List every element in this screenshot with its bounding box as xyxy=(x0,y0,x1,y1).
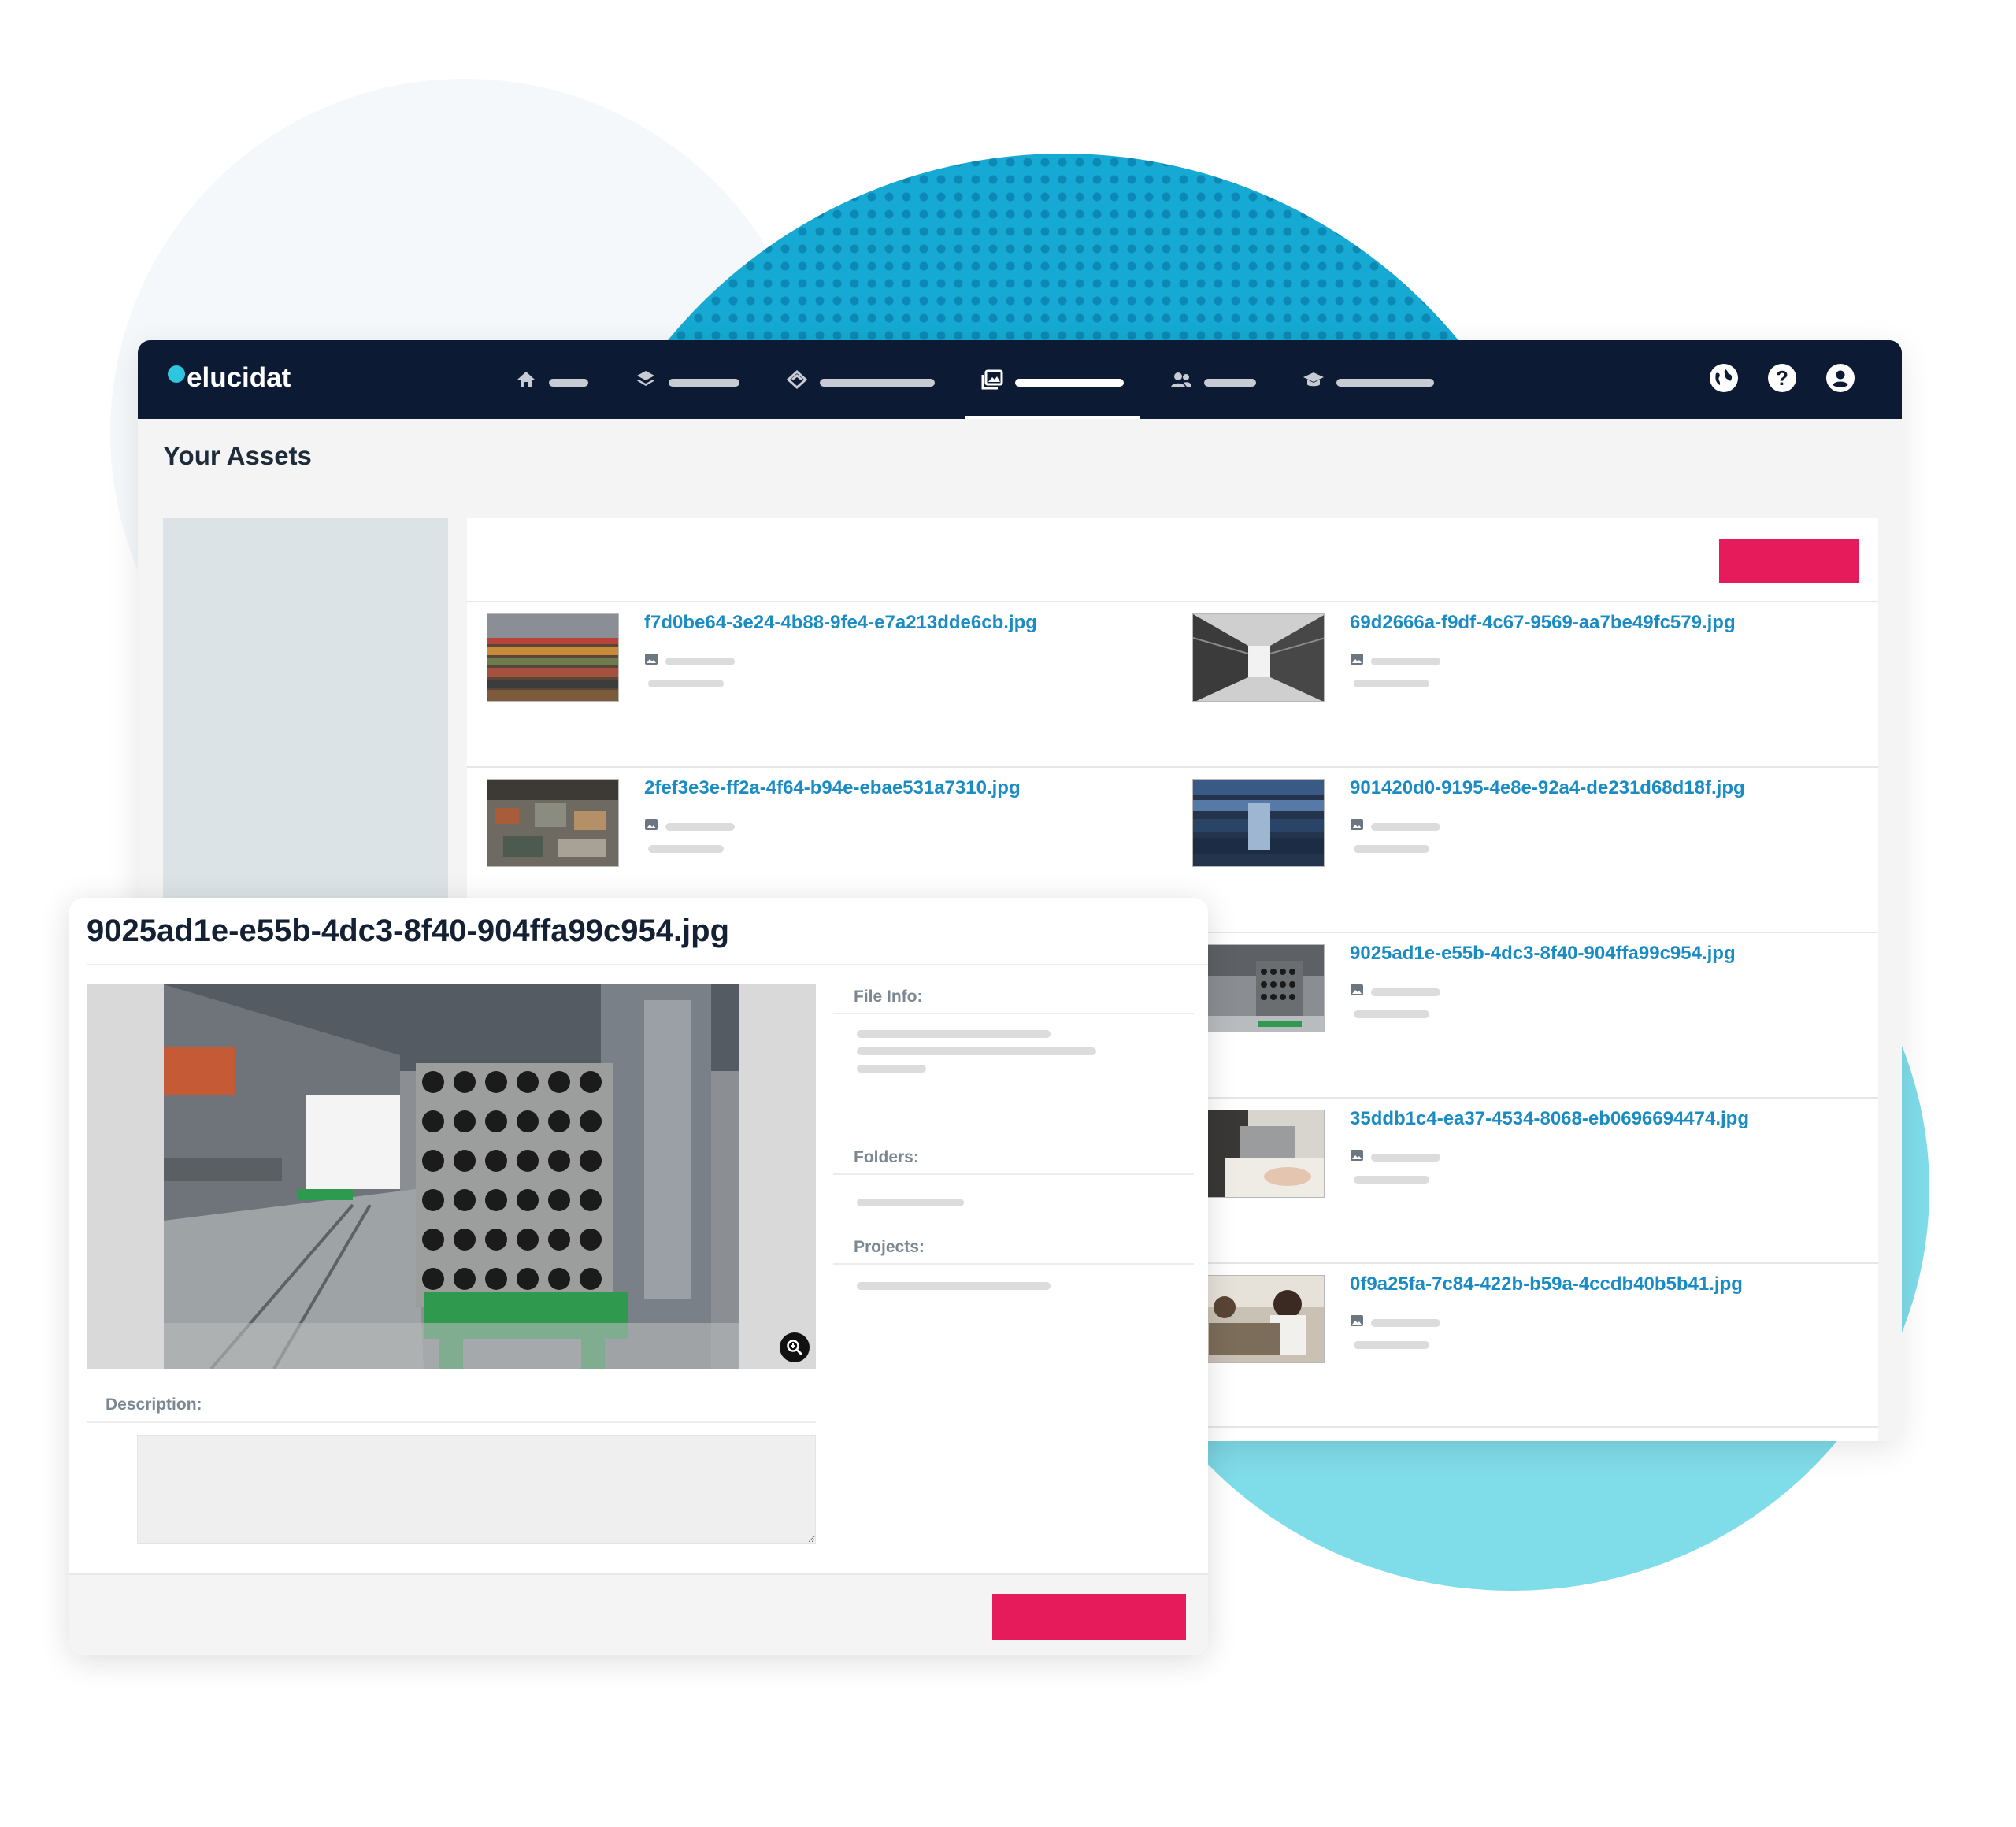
page-title: Your Assets xyxy=(163,441,312,470)
asset-item[interactable]: 69d2666a-f9df-4c67-9569-aa7be49fc579.jpg xyxy=(1173,602,1878,766)
meta-placeholder xyxy=(665,658,735,665)
meta-placeholder xyxy=(1371,823,1440,831)
description-textarea[interactable] xyxy=(137,1435,816,1544)
help-icon[interactable]: ? xyxy=(1768,364,1796,392)
meta-placeholder xyxy=(665,823,735,831)
asset-item[interactable]: 35ddb1c4-ea37-4534-8068-eb0696694474.jpg xyxy=(1173,1099,1878,1262)
upload-button[interactable] xyxy=(1719,539,1859,583)
meta-placeholder xyxy=(1354,845,1429,853)
meta-placeholder xyxy=(1354,1010,1429,1018)
meta-placeholder xyxy=(648,845,724,853)
nav-item-stack[interactable] xyxy=(785,340,935,419)
asset-detail-card: 9025ad1e-e55b-4dc3-8f40-904ffa99c954.jpg xyxy=(69,898,1208,1655)
globe-icon[interactable] xyxy=(1710,364,1738,392)
nav-label-placeholder xyxy=(549,379,588,387)
stack-icon xyxy=(785,368,809,391)
asset-row: f7d0be64-3e24-4b88-9fe4-e7a213dde6cb.jpg xyxy=(467,601,1878,766)
info-placeholder xyxy=(857,1030,1051,1038)
meta-placeholder xyxy=(1371,1319,1440,1327)
nav-right-icons: ? xyxy=(1680,364,1855,392)
asset-thumbnail[interactable] xyxy=(1192,1110,1325,1198)
meta-placeholder xyxy=(648,680,724,687)
layers-icon xyxy=(634,368,658,391)
asset-thumbnail[interactable] xyxy=(1192,1275,1325,1363)
image-file-icon xyxy=(1351,654,1363,665)
detail-title: 9025ad1e-e55b-4dc3-8f40-904ffa99c954.jpg xyxy=(87,914,730,948)
info-placeholder xyxy=(857,1065,926,1073)
logo-dot-icon xyxy=(168,365,185,383)
save-button[interactable] xyxy=(992,1594,1186,1640)
asset-name-link[interactable]: 35ddb1c4-ea37-4534-8068-eb0696694474.jpg xyxy=(1350,1108,1749,1130)
nav-item-home[interactable] xyxy=(514,340,588,419)
nav-item-learning[interactable] xyxy=(1302,340,1434,419)
detail-footer xyxy=(69,1573,1208,1655)
folders-placeholder xyxy=(857,1199,964,1206)
asset-name-link[interactable]: 0f9a25fa-7c84-422b-b59a-4ccdb40b5b41.jpg xyxy=(1350,1273,1743,1295)
asset-item[interactable]: f7d0be64-3e24-4b88-9fe4-e7a213dde6cb.jpg xyxy=(467,602,1173,766)
meta-placeholder xyxy=(1371,658,1440,665)
divider xyxy=(833,1173,1194,1175)
logo[interactable]: elucidat xyxy=(168,362,291,394)
image-file-icon xyxy=(645,654,658,665)
image-file-icon xyxy=(1351,984,1363,995)
user-icon[interactable] xyxy=(1826,364,1855,392)
nav-label-placeholder xyxy=(669,379,739,387)
divider xyxy=(833,1013,1194,1014)
asset-name-link[interactable]: 901420d0-9195-4e8e-92a4-de231d68d18f.jpg xyxy=(1350,777,1745,799)
home-icon xyxy=(514,368,538,391)
meta-placeholder xyxy=(1371,988,1440,996)
asset-item[interactable]: 0f9a25fa-7c84-422b-b59a-4ccdb40b5b41.jpg xyxy=(1173,1264,1878,1426)
meta-placeholder xyxy=(1354,1341,1429,1349)
image-file-icon xyxy=(1351,1315,1363,1326)
nav-item-assets[interactable] xyxy=(965,340,1140,419)
projects-placeholder xyxy=(857,1282,1051,1290)
asset-thumbnail[interactable] xyxy=(1192,779,1325,867)
asset-item[interactable]: 9025ad1e-e55b-4dc3-8f40-904ffa99c954.jpg xyxy=(1173,933,1878,1097)
nav-item-users[interactable] xyxy=(1169,340,1256,419)
description-label: Description: xyxy=(106,1395,202,1414)
image-file-icon xyxy=(1351,819,1363,830)
folders-label: Folders: xyxy=(854,1148,919,1166)
image-file-icon xyxy=(645,819,658,830)
asset-name-link[interactable]: 2fef3e3e-ff2a-4f64-b94e-ebae531a7310.jpg xyxy=(644,777,1021,799)
users-icon xyxy=(1169,368,1193,391)
zoom-icon[interactable] xyxy=(780,1332,810,1362)
asset-thumbnail[interactable] xyxy=(1192,944,1325,1032)
main-nav xyxy=(514,340,1480,419)
nav-label-placeholder xyxy=(1204,379,1256,387)
nav-label-placeholder xyxy=(820,379,935,387)
asset-thumbnail[interactable] xyxy=(1192,613,1325,702)
divider xyxy=(87,1421,816,1423)
nav-label-placeholder xyxy=(1015,379,1124,387)
asset-name-link[interactable]: f7d0be64-3e24-4b88-9fe4-e7a213dde6cb.jpg xyxy=(644,612,1037,634)
file-info-label: File Info: xyxy=(854,988,923,1006)
image-file-icon xyxy=(1351,1150,1363,1161)
asset-thumbnail[interactable] xyxy=(487,779,619,867)
meta-placeholder xyxy=(1354,1176,1429,1184)
image-preview xyxy=(87,984,816,1369)
graduation-cap-icon xyxy=(1302,368,1325,391)
asset-item[interactable]: 901420d0-9195-4e8e-92a4-de231d68d18f.jpg xyxy=(1173,768,1878,932)
image-gallery-icon xyxy=(980,368,1004,391)
asset-name-link[interactable]: 69d2666a-f9df-4c67-9569-aa7be49fc579.jpg xyxy=(1350,612,1736,634)
top-navbar: elucidat ? xyxy=(138,340,1902,419)
meta-placeholder xyxy=(1371,1154,1440,1162)
projects-label: Projects: xyxy=(854,1238,925,1256)
help-glyph: ? xyxy=(1776,365,1788,390)
divider xyxy=(87,964,1208,965)
preview-photo xyxy=(164,984,739,1369)
asset-name-link[interactable]: 9025ad1e-e55b-4dc3-8f40-904ffa99c954.jpg xyxy=(1350,943,1736,965)
meta-placeholder xyxy=(1354,680,1429,687)
info-placeholder xyxy=(857,1047,1096,1055)
nav-label-placeholder xyxy=(1336,379,1434,387)
logo-text: elucidat xyxy=(187,362,291,393)
divider xyxy=(833,1263,1194,1265)
nav-item-layers[interactable] xyxy=(634,340,739,419)
asset-thumbnail[interactable] xyxy=(487,613,619,702)
